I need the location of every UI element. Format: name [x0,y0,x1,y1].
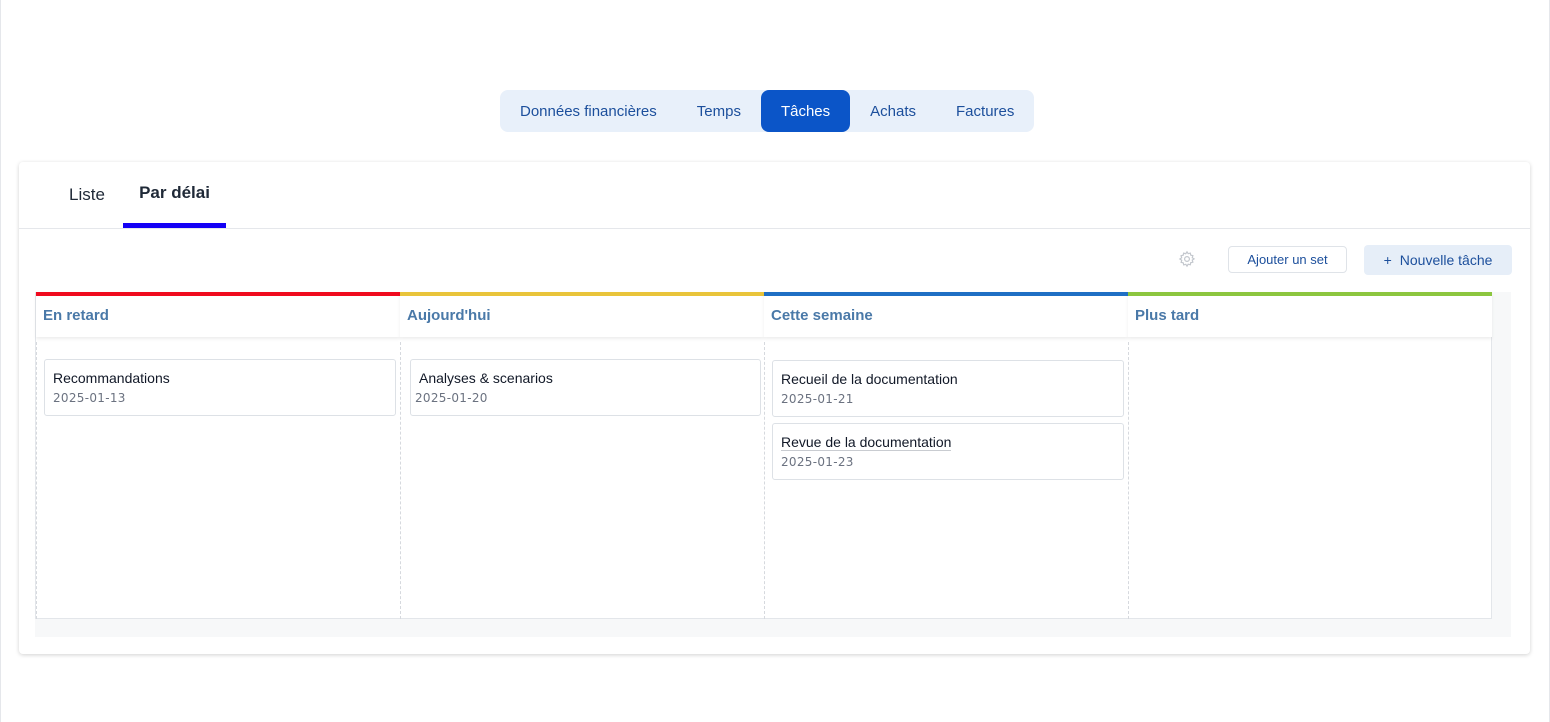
app-frame: Données financières Temps Tâches Achats … [0,0,1550,722]
column-today: Aujourd'hui Analyses & scenarios 2025-01… [400,292,764,619]
task-card[interactable]: Recommandations 2025-01-13 [44,359,396,416]
column-header: Aujourd'hui [400,292,764,337]
column-body [1128,342,1492,619]
column-body: Recommandations 2025-01-13 [36,342,400,619]
column-this-week: Cette semaine Recueil de la documentatio… [764,292,1128,619]
tab-financial-data[interactable]: Données financières [500,90,677,132]
section-tabs: Données financières Temps Tâches Achats … [500,90,1035,132]
view-tabs: Liste Par délai [19,162,1530,229]
tasks-card: Liste Par délai Ajouter un set + Nouvell… [19,162,1530,654]
add-set-button[interactable]: Ajouter un set [1228,246,1347,273]
tab-list[interactable]: Liste [69,162,105,228]
deadline-board: En retard Recommandations 2025-01-13 Auj… [35,292,1511,637]
task-card[interactable]: Revue de la documentation 2025-01-23 [772,423,1124,480]
new-task-button[interactable]: + Nouvelle tâche [1364,245,1512,275]
task-title: Analyses & scenarios [419,370,553,386]
task-title: Recommandations [53,370,170,386]
column-header: En retard [36,292,400,337]
task-title: Revue de la documentation [781,433,1115,451]
column-overdue: En retard Recommandations 2025-01-13 [36,292,400,619]
task-date: 2025-01-23 [781,455,854,469]
task-card[interactable]: Analyses & scenarios 2025-01-20 [410,359,761,416]
task-date: 2025-01-21 [781,392,854,406]
plus-icon: + [1383,252,1392,268]
tab-by-deadline[interactable]: Par délai [123,162,226,228]
column-body: Recueil de la documentation 2025-01-21 R… [764,342,1128,619]
board-columns: En retard Recommandations 2025-01-13 Auj… [35,292,1492,619]
new-task-label: Nouvelle tâche [1399,252,1493,268]
task-title-text: Revue de la documentation [781,434,952,451]
column-header: Plus tard [1128,292,1492,337]
task-date: 2025-01-20 [415,391,488,405]
column-body: Analyses & scenarios 2025-01-20 [400,342,764,619]
column-header: Cette semaine [764,292,1128,337]
tab-tasks[interactable]: Tâches [760,90,851,132]
tab-purchases[interactable]: Achats [850,90,936,132]
tab-invoices[interactable]: Factures [936,90,1034,132]
task-title: Recueil de la documentation [781,371,958,387]
task-card[interactable]: Recueil de la documentation 2025-01-21 [772,360,1124,417]
column-later: Plus tard [1128,292,1492,619]
tab-time[interactable]: Temps [677,90,761,132]
task-date: 2025-01-13 [53,391,126,405]
gear-icon[interactable] [1178,250,1196,268]
